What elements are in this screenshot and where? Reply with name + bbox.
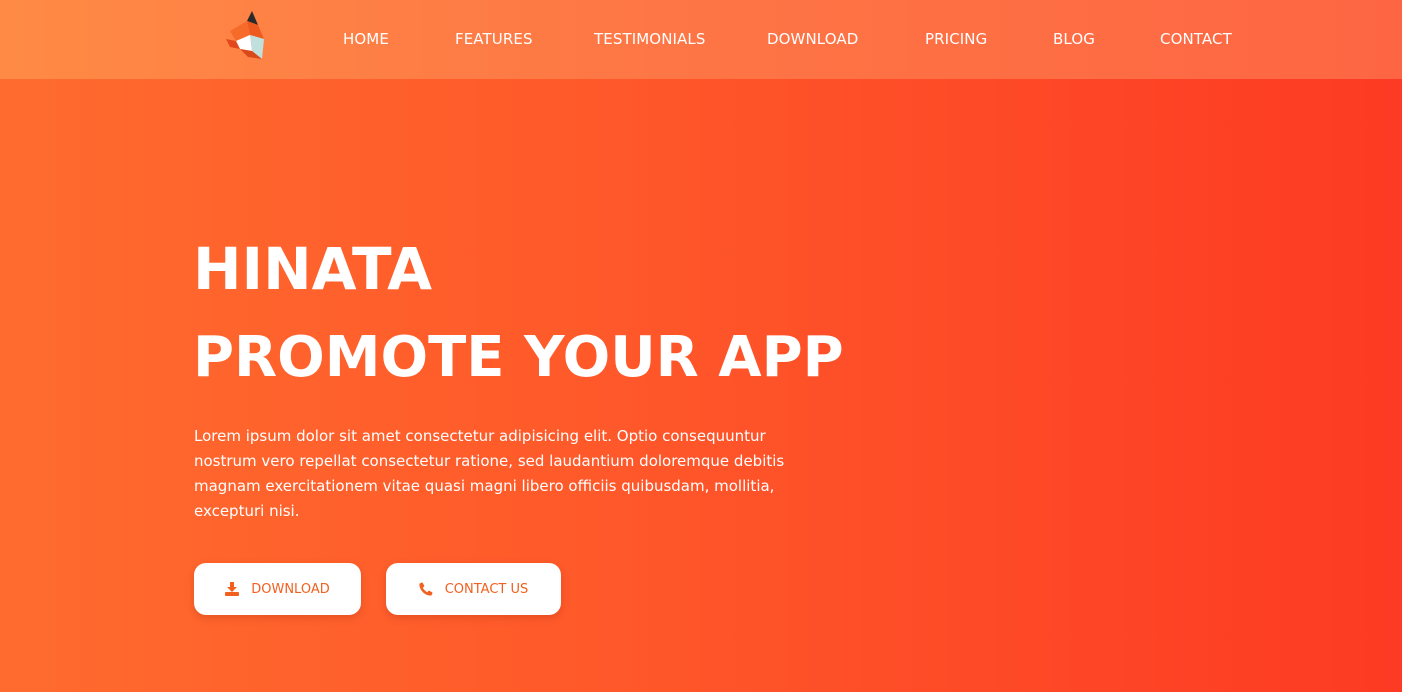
nav-home[interactable]: HOME [343,30,389,48]
hero-description: Lorem ipsum dolor sit amet consectetur a… [194,427,785,520]
nav-pricing[interactable]: PRICING [925,30,987,48]
nav-blog[interactable]: BLOG [1053,30,1095,48]
download-button[interactable]: DOWNLOAD [194,563,361,615]
navbar: HOME FEATURES TESTIMONIALS DOWNLOAD PRIC… [0,0,1402,79]
contact-us-button[interactable]: CONTACT US [386,563,561,615]
hero-title-tagline: PROMOTE YOUR APP [193,325,844,390]
download-button-label: DOWNLOAD [251,581,330,597]
main-nav: HOME FEATURES TESTIMONIALS DOWNLOAD PRIC… [0,0,1402,79]
contact-us-button-label: CONTACT US [444,581,529,597]
nav-download[interactable]: DOWNLOAD [767,30,858,48]
nav-testimonials[interactable]: TESTIMONIALS [594,30,705,48]
phone-icon [419,582,433,596]
nav-features[interactable]: FEATURES [455,30,533,48]
nav-contact[interactable]: CONTACT [1160,30,1232,48]
download-icon [225,582,240,596]
hero-title-brand: HINATA [193,235,432,303]
